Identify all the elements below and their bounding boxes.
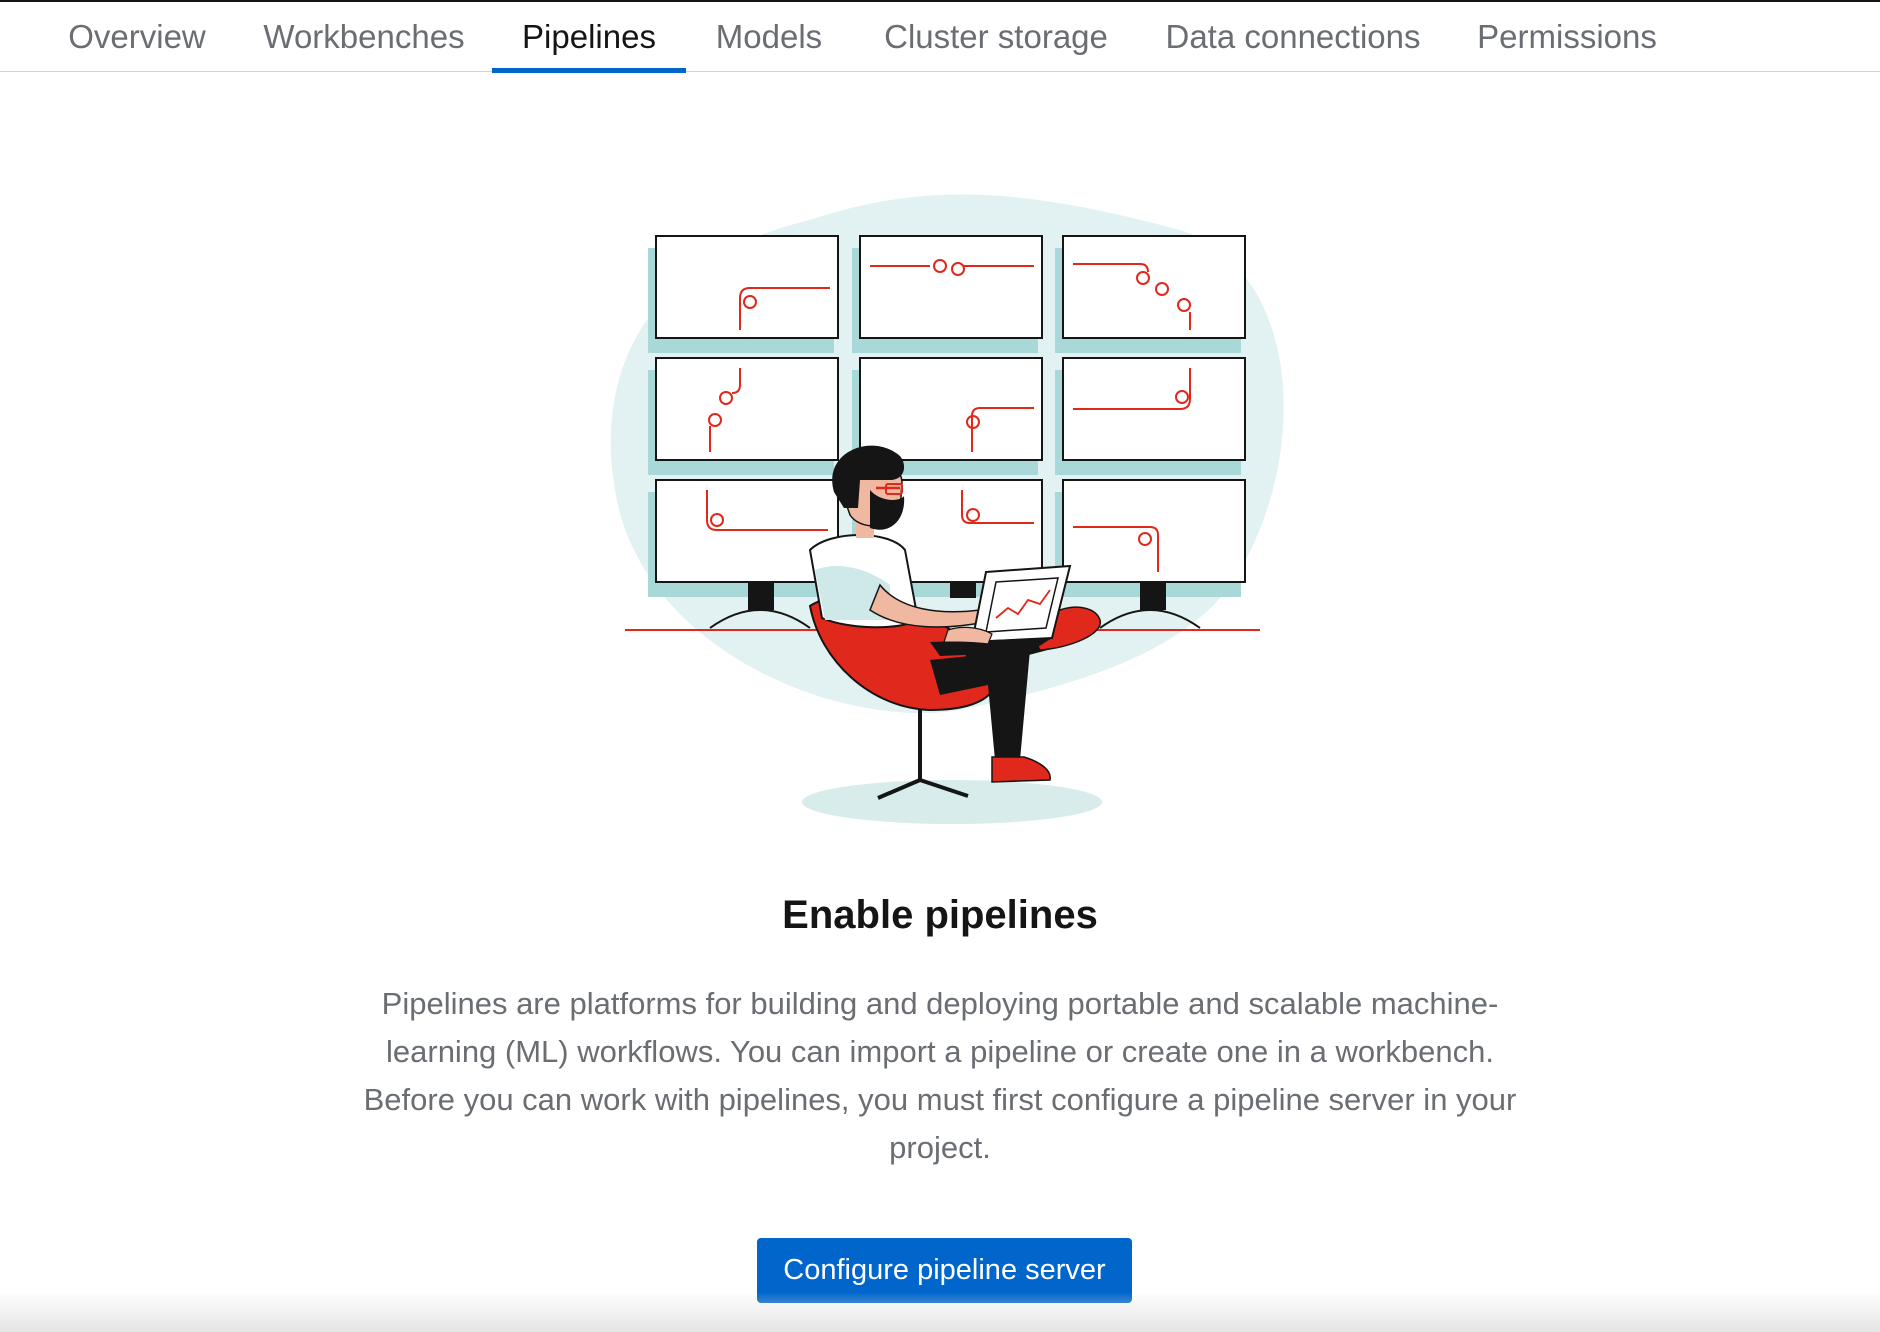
tab-overview[interactable]: Overview <box>47 2 227 72</box>
tab-data-connections[interactable]: Data connections <box>1158 2 1428 72</box>
pipelines-illustration <box>610 194 1284 824</box>
tab-cluster-storage[interactable]: Cluster storage <box>873 2 1119 72</box>
empty-state-title: Enable pipelines <box>782 893 1098 937</box>
empty-state-description: Pipelines are platforms for building and… <box>363 986 1517 1165</box>
tab-pipelines[interactable]: Pipelines <box>492 2 686 73</box>
tab-workbenches[interactable]: Workbenches <box>249 2 479 72</box>
tab-models[interactable]: Models <box>704 2 834 72</box>
project-tabs: Overview Workbenches Pipelines Models Cl… <box>0 2 1880 73</box>
configure-pipeline-server-button[interactable]: Configure pipeline server <box>757 1238 1132 1303</box>
tab-permissions[interactable]: Permissions <box>1467 2 1667 72</box>
